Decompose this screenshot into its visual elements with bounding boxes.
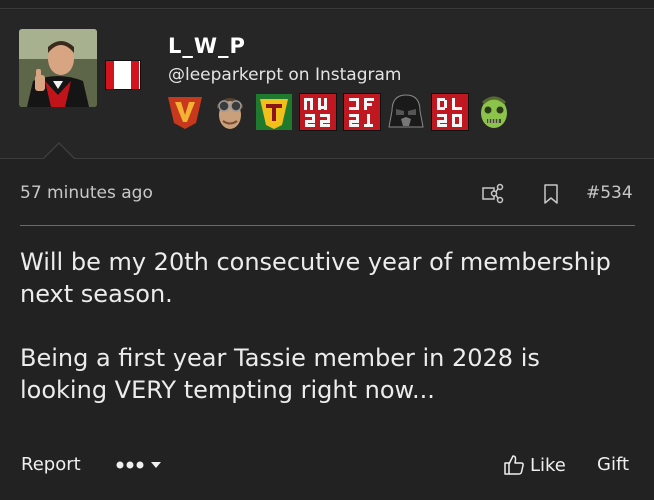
thumbs-up-icon: [504, 455, 524, 475]
tasmania-t-badge-icon: [256, 94, 292, 130]
jf21-badge-icon: [343, 93, 381, 131]
report-button[interactable]: Report: [21, 454, 81, 475]
user-title: @leeparkerpt on Instagram: [168, 65, 402, 85]
post-paragraph: Will be my 20th consecutive year of memb…: [20, 248, 611, 308]
user-card-border: [0, 158, 654, 159]
dl20-badge-icon: [431, 93, 469, 131]
club-flag-icon: [105, 60, 141, 90]
gift-button[interactable]: Gift: [597, 454, 629, 475]
post-number[interactable]: #534: [586, 183, 633, 203]
username[interactable]: L_W_P: [168, 34, 246, 58]
aviator-badge-icon: [217, 98, 243, 129]
post-divider: [20, 225, 635, 226]
more-options-icon[interactable]: [116, 458, 164, 472]
share-link-icon[interactable]: [482, 183, 504, 205]
zombie-badge-icon: [481, 96, 507, 128]
post-timestamp[interactable]: 57 minutes ago: [20, 183, 153, 203]
vader-badge-icon: [388, 94, 424, 128]
mw22-badge-icon: [299, 93, 337, 131]
top-divider: [0, 8, 654, 9]
avatar[interactable]: [19, 29, 97, 107]
like-label: Like: [530, 454, 566, 476]
like-button[interactable]: Like: [503, 454, 566, 476]
bookmark-icon[interactable]: [540, 183, 562, 205]
post-body: Will be my 20th consecutive year of memb…: [20, 246, 634, 406]
v-badge-icon: [168, 97, 202, 129]
post-paragraph: Being a first year Tassie member in 2028…: [20, 344, 540, 404]
